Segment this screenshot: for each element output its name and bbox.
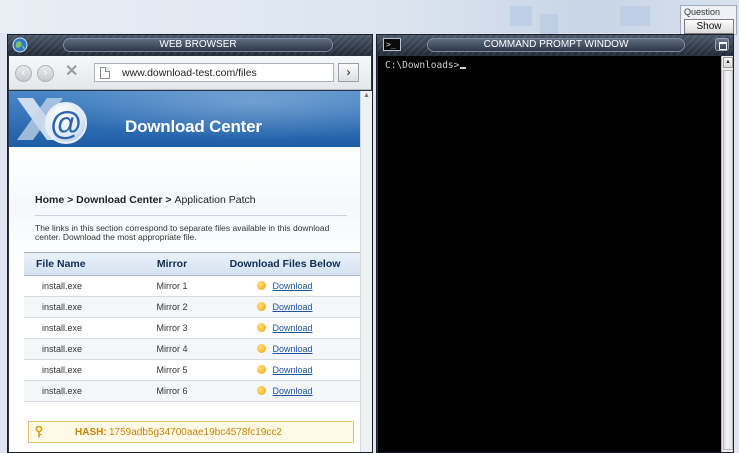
- header-mirror: Mirror: [134, 252, 210, 276]
- maximize-icon[interactable]: [715, 38, 729, 51]
- breadcrumb: Home > Download Center > Application Pat…: [35, 194, 256, 206]
- breadcrumb-home[interactable]: Home: [35, 194, 64, 206]
- table-row: install.exe Mirror 6 Download: [24, 380, 360, 402]
- key-icon: [35, 426, 43, 438]
- file-name-cell: install.exe: [24, 317, 134, 339]
- file-name-cell: install.exe: [24, 359, 134, 381]
- intro-text: The links in this section correspond to …: [35, 223, 330, 242]
- download-link[interactable]: Download: [272, 323, 312, 333]
- forward-icon[interactable]: ›: [37, 65, 54, 82]
- breadcrumb-separator: >: [64, 194, 77, 206]
- url-input[interactable]: [122, 65, 322, 80]
- desktop-decoration: [540, 14, 558, 34]
- table-row: install.exe Mirror 5 Download: [24, 359, 360, 381]
- banner-title: Download Center: [125, 117, 262, 136]
- file-name-cell: install.exe: [24, 380, 134, 402]
- mirror-cell: Mirror 3: [134, 317, 210, 339]
- download-icon: [257, 386, 267, 395]
- download-link[interactable]: Download: [272, 344, 312, 354]
- desktop-decoration: [620, 6, 650, 26]
- download-icon: [257, 302, 267, 311]
- mirror-cell: Mirror 6: [134, 380, 210, 402]
- web-page: @ Download Center Home > Download Center…: [9, 91, 360, 452]
- globe-icon: [12, 37, 28, 53]
- download-cell: Download: [210, 359, 360, 381]
- file-name-cell: install.exe: [24, 338, 134, 360]
- download-icon: [257, 365, 267, 374]
- cmd-titlebar: >_ COMMAND PROMPT WINDOW: [377, 35, 733, 55]
- header-download: Download Files Below: [210, 252, 360, 276]
- hash-value: 1759adb5g34700aae19bc4578fc19cc2: [109, 427, 282, 438]
- show-button[interactable]: Show: [684, 19, 734, 34]
- web-browser-window: WEB BROWSER ‹ › ✕ › @ Download Center Ho…: [7, 34, 373, 453]
- mirror-cell: Mirror 2: [134, 296, 210, 318]
- scroll-thumb[interactable]: [723, 70, 733, 450]
- table-row: install.exe Mirror 3 Download: [24, 317, 360, 339]
- file-name-cell: install.exe: [24, 275, 134, 297]
- download-cell: Download: [210, 338, 360, 360]
- at-sign-logo-icon: @: [45, 102, 87, 144]
- download-cell: Download: [210, 275, 360, 297]
- table-row: install.exe Mirror 1 Download: [24, 275, 360, 297]
- desktop-decoration: [510, 6, 532, 26]
- download-link[interactable]: Download: [272, 386, 312, 396]
- cmd-icon: >_: [383, 38, 401, 51]
- download-icon: [257, 323, 267, 332]
- download-center-banner: @ Download Center: [9, 91, 360, 147]
- mirror-cell: Mirror 1: [134, 275, 210, 297]
- question-panel: Question Show: [680, 5, 737, 35]
- header-file-name: File Name: [24, 252, 134, 276]
- table-row: install.exe Mirror 2 Download: [24, 296, 360, 318]
- table-row: install.exe Mirror 4 Download: [24, 338, 360, 360]
- hash-box: HASH: 1759adb5g34700aae19bc4578fc19cc2: [28, 421, 354, 443]
- download-cell: Download: [210, 296, 360, 318]
- download-link[interactable]: Download: [272, 281, 312, 291]
- download-link[interactable]: Download: [272, 302, 312, 312]
- back-icon[interactable]: ‹: [15, 65, 32, 82]
- download-icon: [257, 281, 267, 290]
- console-area[interactable]: C:\Downloads>: [378, 56, 721, 452]
- address-bar[interactable]: [94, 63, 334, 82]
- download-link[interactable]: Download: [272, 365, 312, 375]
- browser-navbar: ‹ › ✕ ›: [9, 56, 371, 90]
- mirror-cell: Mirror 5: [134, 359, 210, 381]
- go-arrow-icon[interactable]: ›: [338, 63, 359, 82]
- hash-label: HASH:: [75, 427, 107, 438]
- divider: [35, 215, 347, 216]
- question-label: Question: [684, 7, 721, 17]
- text-cursor: [460, 67, 467, 69]
- desktop-background: [0, 0, 739, 34]
- breadcrumb-separator: >: [162, 194, 175, 206]
- files-table: File Name Mirror Download Files Below in…: [24, 252, 360, 402]
- breadcrumb-current: Application Patch: [174, 194, 256, 206]
- download-icon: [257, 344, 267, 353]
- prompt-line: C:\Downloads>: [385, 60, 467, 71]
- page-scrollbar[interactable]: ▲: [360, 91, 372, 452]
- command-prompt-window: >_ COMMAND PROMPT WINDOW C:\Downloads> ▲: [376, 34, 734, 453]
- scroll-up-icon[interactable]: ▲: [723, 57, 733, 68]
- page-icon: [100, 67, 110, 79]
- table-header-row: File Name Mirror Download Files Below: [24, 252, 360, 276]
- download-cell: Download: [210, 380, 360, 402]
- stop-icon[interactable]: ✕: [65, 63, 81, 81]
- download-cell: Download: [210, 317, 360, 339]
- prompt-text: C:\Downloads>: [385, 60, 460, 71]
- cmd-scrollbar[interactable]: ▲: [721, 56, 733, 452]
- scroll-up-icon[interactable]: ▲: [363, 92, 370, 100]
- browser-titlebar: WEB BROWSER: [8, 35, 372, 55]
- browser-title: WEB BROWSER: [63, 38, 333, 52]
- mirror-cell: Mirror 4: [134, 338, 210, 360]
- file-name-cell: install.exe: [24, 296, 134, 318]
- cmd-title: COMMAND PROMPT WINDOW: [427, 38, 685, 52]
- breadcrumb-download-center[interactable]: Download Center: [76, 194, 162, 206]
